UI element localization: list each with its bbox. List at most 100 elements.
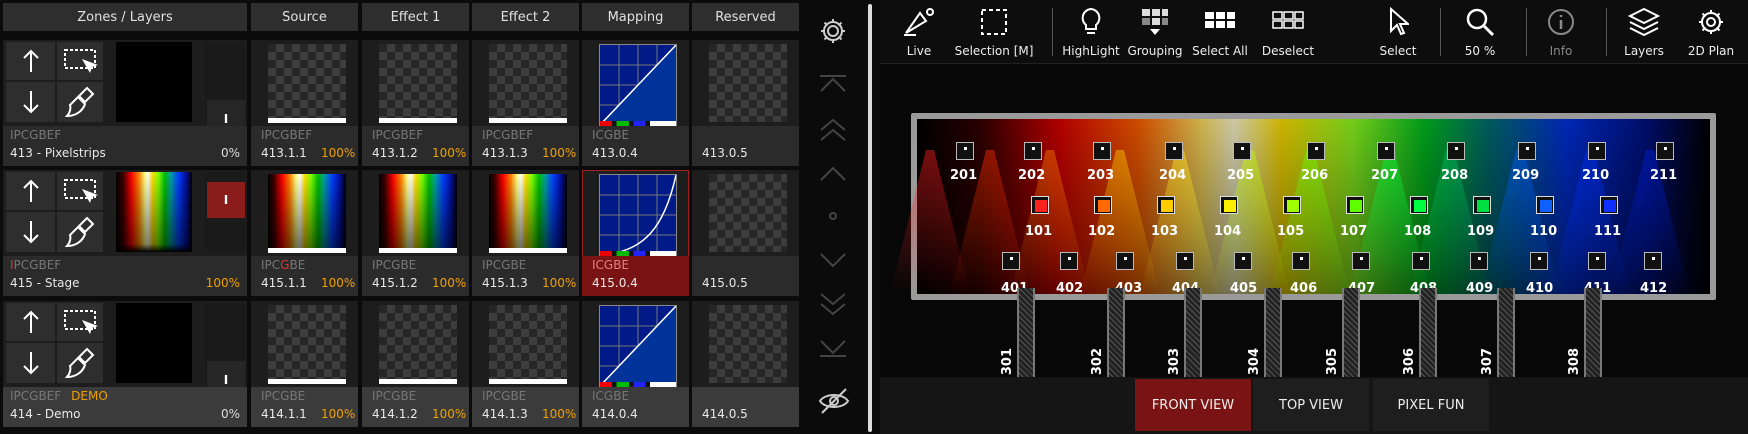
toolbar-zoom-button[interactable]: 50 % <box>1455 0 1505 64</box>
fixture-203[interactable] <box>1093 142 1111 160</box>
sidebar-scrollbar[interactable] <box>868 4 872 432</box>
move-down-button[interactable] <box>6 212 55 252</box>
fixture-209[interactable] <box>1518 142 1536 160</box>
truss-308[interactable] <box>1584 288 1602 378</box>
fixture-204[interactable] <box>1165 142 1183 160</box>
down-icon[interactable] <box>818 252 848 268</box>
fixture-color <box>1161 200 1173 212</box>
up-icon[interactable] <box>818 166 848 182</box>
truss-label: 307 <box>1480 348 1495 376</box>
toolbar-selection-button[interactable]: Selection [M] <box>949 0 1039 64</box>
intensity-handle[interactable]: I <box>207 182 245 218</box>
move-up-button[interactable] <box>6 303 55 341</box>
fixture-409[interactable] <box>1470 252 1488 270</box>
move-up-button[interactable] <box>6 42 55 80</box>
fixture-205[interactable] <box>1233 142 1251 160</box>
scroll-top-icon[interactable] <box>818 74 848 94</box>
fixture-401[interactable] <box>1002 252 1020 270</box>
fixture-207[interactable] <box>1377 142 1395 160</box>
truss-304[interactable] <box>1264 288 1282 378</box>
fixture-405[interactable] <box>1234 252 1252 270</box>
level-bar[interactable] <box>379 118 457 123</box>
fixture-202[interactable] <box>1024 142 1042 160</box>
fixture-210[interactable] <box>1588 142 1606 160</box>
layer-percent: 100% <box>432 276 467 290</box>
view-tab-1[interactable]: TOP VIEW <box>1253 379 1369 431</box>
move-up-button[interactable] <box>6 172 55 210</box>
header-effect1: Effect 1 <box>362 3 469 31</box>
fixture-208[interactable] <box>1447 142 1465 160</box>
truss-303[interactable] <box>1184 288 1202 378</box>
fixture-402[interactable] <box>1060 252 1078 270</box>
toolbar-layers-button[interactable]: Layers <box>1619 0 1669 64</box>
layer-tag: IPCGBE <box>372 389 417 403</box>
toolbar-select-button[interactable]: Select <box>1373 0 1423 64</box>
fixture-403[interactable] <box>1116 252 1134 270</box>
fixture-206[interactable] <box>1307 142 1325 160</box>
layer-tag: IPCGBE <box>482 258 527 272</box>
truss-305[interactable] <box>1342 288 1360 378</box>
truss-label: 305 <box>1325 348 1340 376</box>
toolbar-selectall-button[interactable]: Select All <box>1187 0 1253 64</box>
fixture-label: 101 <box>1025 224 1053 239</box>
truss-302[interactable] <box>1107 288 1125 378</box>
layer-preview <box>709 44 787 122</box>
fixture-label: 211 <box>1650 168 1678 183</box>
layer-preview <box>489 44 567 122</box>
clear-brush-button[interactable] <box>57 82 103 122</box>
header-zones-layers: Zones / Layers <box>3 3 247 31</box>
level-bar[interactable] <box>489 118 567 123</box>
truss-307[interactable] <box>1497 288 1515 378</box>
layer-percent: 100% <box>542 146 577 160</box>
toolbar-info-button[interactable]: Info <box>1536 0 1586 64</box>
level-bar[interactable] <box>489 248 567 253</box>
move-down-button[interactable] <box>6 343 55 383</box>
toolbar-grouping-button[interactable]: Grouping <box>1125 0 1185 64</box>
clear-brush-button[interactable] <box>57 343 103 383</box>
level-bar[interactable] <box>379 248 457 253</box>
center-dot-icon[interactable] <box>829 212 837 220</box>
fixture-404[interactable] <box>1176 252 1194 270</box>
toolbar-deselect-button[interactable]: Deselect <box>1256 0 1320 64</box>
level-bar[interactable] <box>489 379 567 384</box>
truss-301[interactable] <box>1017 288 1035 378</box>
layer-preview <box>489 305 567 383</box>
fixture-412[interactable] <box>1644 252 1662 270</box>
view-tab-2[interactable]: PIXEL FUN <box>1373 379 1489 431</box>
scroll-bottom-icon[interactable] <box>818 338 848 358</box>
grid-empty-icon <box>1272 11 1304 44</box>
page-down-icon[interactable] <box>818 292 848 316</box>
level-bar[interactable] <box>268 118 346 123</box>
clear-brush-button[interactable] <box>57 212 103 252</box>
level-bar[interactable] <box>268 379 346 384</box>
layer-preview <box>379 44 457 122</box>
fixture-411[interactable] <box>1588 252 1606 270</box>
fixture-211[interactable] <box>1656 142 1674 160</box>
fixture-408[interactable] <box>1412 252 1430 270</box>
settings-gear-icon[interactable] <box>818 16 848 46</box>
fixture-406[interactable] <box>1292 252 1310 270</box>
fixture-201[interactable] <box>956 142 974 160</box>
toolbar-separator <box>1440 8 1441 56</box>
toolbar-plan2d-button[interactable]: 2D Plan <box>1681 0 1741 64</box>
view-tab-0[interactable]: FRONT VIEW <box>1135 379 1251 431</box>
layer-percent: 100% <box>432 146 467 160</box>
level-bar[interactable] <box>268 248 346 253</box>
truss-306[interactable] <box>1419 288 1437 378</box>
bulb-icon <box>1079 7 1103 44</box>
toolbar-highlight-button[interactable]: HighLight <box>1058 0 1124 64</box>
hide-eye-icon[interactable] <box>818 386 850 416</box>
fixture-color <box>1098 200 1110 212</box>
fixture-410[interactable] <box>1530 252 1548 270</box>
fixture-407[interactable] <box>1352 252 1370 270</box>
move-down-button[interactable] <box>6 82 55 122</box>
selection-button[interactable] <box>57 42 103 80</box>
zone-preview <box>116 42 192 122</box>
level-bar[interactable] <box>379 379 457 384</box>
page-up-icon[interactable] <box>818 118 848 142</box>
layer-tag: ICGBE <box>592 389 630 403</box>
zone-preview <box>116 303 192 383</box>
selection-button[interactable] <box>57 172 103 210</box>
toolbar-live-button[interactable]: Live <box>889 0 949 64</box>
selection-button[interactable] <box>57 303 103 341</box>
